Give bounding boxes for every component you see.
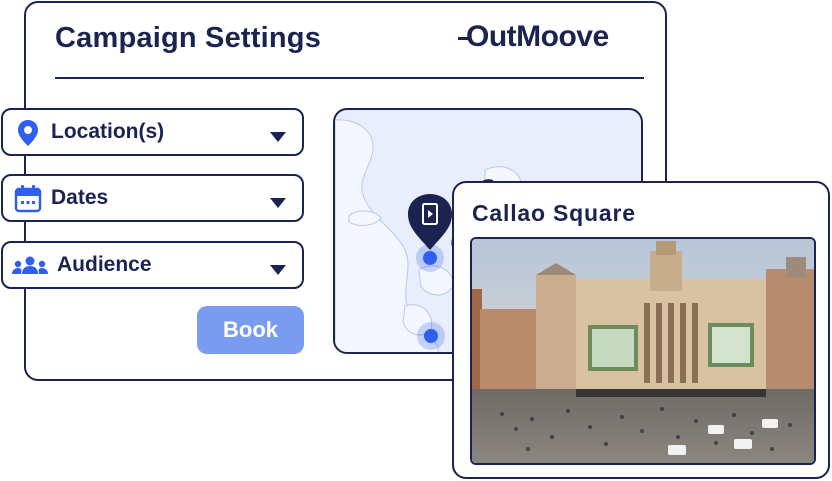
book-button[interactable]: Book — [197, 306, 304, 354]
popup-title: Callao Square — [472, 200, 636, 226]
logo-text: OutMoove — [466, 20, 609, 53]
location-popup: Callao Square — [452, 181, 830, 479]
audience-dropdown[interactable]: Audience — [1, 241, 304, 289]
header-divider — [55, 77, 644, 79]
location-dropdown[interactable]: Location(s) — [1, 108, 304, 156]
dates-label: Dates — [51, 186, 109, 209]
dates-dropdown[interactable]: Dates — [1, 174, 304, 222]
calendar-icon — [13, 185, 43, 213]
map-marker-highlight[interactable] — [408, 194, 452, 272]
page-title: Campaign Settings — [55, 22, 322, 54]
map-marker[interactable] — [417, 322, 445, 350]
location-pin-icon — [13, 119, 43, 147]
outmoove-logo: OutMoove — [458, 20, 648, 60]
location-photo — [470, 237, 816, 465]
audience-icon — [11, 252, 49, 280]
chevron-down-icon — [270, 129, 286, 142]
chevron-down-icon — [270, 195, 286, 208]
audience-label: Audience — [57, 253, 152, 276]
chevron-down-icon — [270, 262, 286, 275]
location-label: Location(s) — [51, 120, 165, 143]
